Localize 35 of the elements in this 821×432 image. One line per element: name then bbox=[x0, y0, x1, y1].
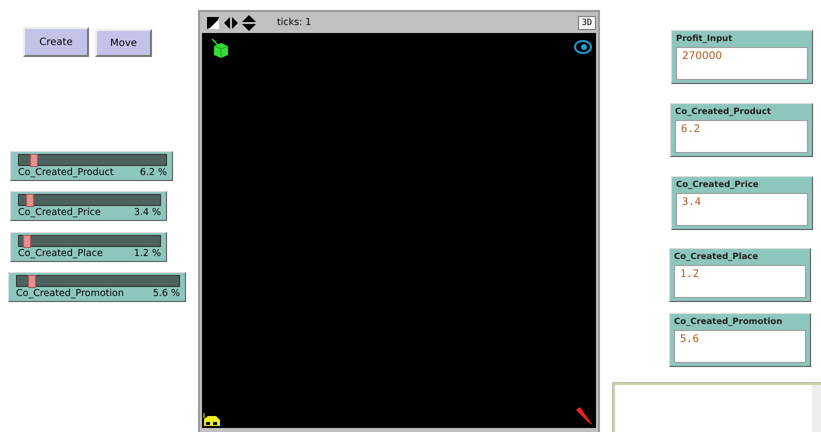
vertical-arrows-icon[interactable] bbox=[242, 14, 256, 30]
slider-thumb[interactable] bbox=[30, 154, 38, 167]
horizontal-arrows-icon[interactable] bbox=[223, 16, 239, 30]
input-field[interactable]: 270000 bbox=[676, 47, 808, 80]
slider-value: 6.2 % bbox=[140, 167, 167, 178]
slider-label: Co_Created_Promotion bbox=[16, 288, 124, 299]
input-label: Profit_Input bbox=[676, 34, 734, 44]
slider-value: 3.4 % bbox=[134, 207, 161, 218]
slider-value: 5.6 % bbox=[152, 288, 180, 299]
slider-thumb[interactable] bbox=[22, 235, 31, 248]
slider-label: Co_Created_Place bbox=[18, 248, 103, 259]
slider-label: Co_Created_Product bbox=[18, 167, 114, 178]
slider-track[interactable] bbox=[16, 275, 180, 287]
input-field[interactable]: 1.2 bbox=[674, 265, 806, 298]
input-label: Co_Created_Promotion bbox=[674, 317, 784, 327]
slider-track[interactable] bbox=[18, 235, 161, 247]
input-field[interactable]: 6.2 bbox=[675, 120, 808, 153]
input-label: Co_Created_Price bbox=[676, 180, 760, 190]
action-button[interactable]: Move bbox=[95, 29, 152, 57]
input-label: Co_Created_Product bbox=[675, 107, 772, 117]
eye-icon bbox=[574, 39, 592, 55]
dart-icon bbox=[574, 406, 594, 426]
zoom-icon[interactable] bbox=[206, 16, 220, 30]
slider-value: 1.2 % bbox=[134, 248, 161, 259]
input-field[interactable]: 5.6 bbox=[674, 330, 806, 363]
ticks-counter: ticks: 1 bbox=[277, 17, 312, 28]
3d-button[interactable]: 3D bbox=[578, 16, 596, 30]
slider-thumb[interactable] bbox=[26, 194, 34, 207]
input-field[interactable]: 3.4 bbox=[676, 193, 808, 226]
input-label: Co_Created_Place bbox=[674, 252, 760, 262]
slider-label: Co_Created_Price bbox=[18, 207, 101, 218]
slider-track[interactable] bbox=[18, 194, 161, 206]
slider-track[interactable] bbox=[18, 154, 167, 166]
slider-thumb[interactable] bbox=[28, 275, 36, 288]
action-button[interactable]: Create bbox=[23, 27, 89, 57]
